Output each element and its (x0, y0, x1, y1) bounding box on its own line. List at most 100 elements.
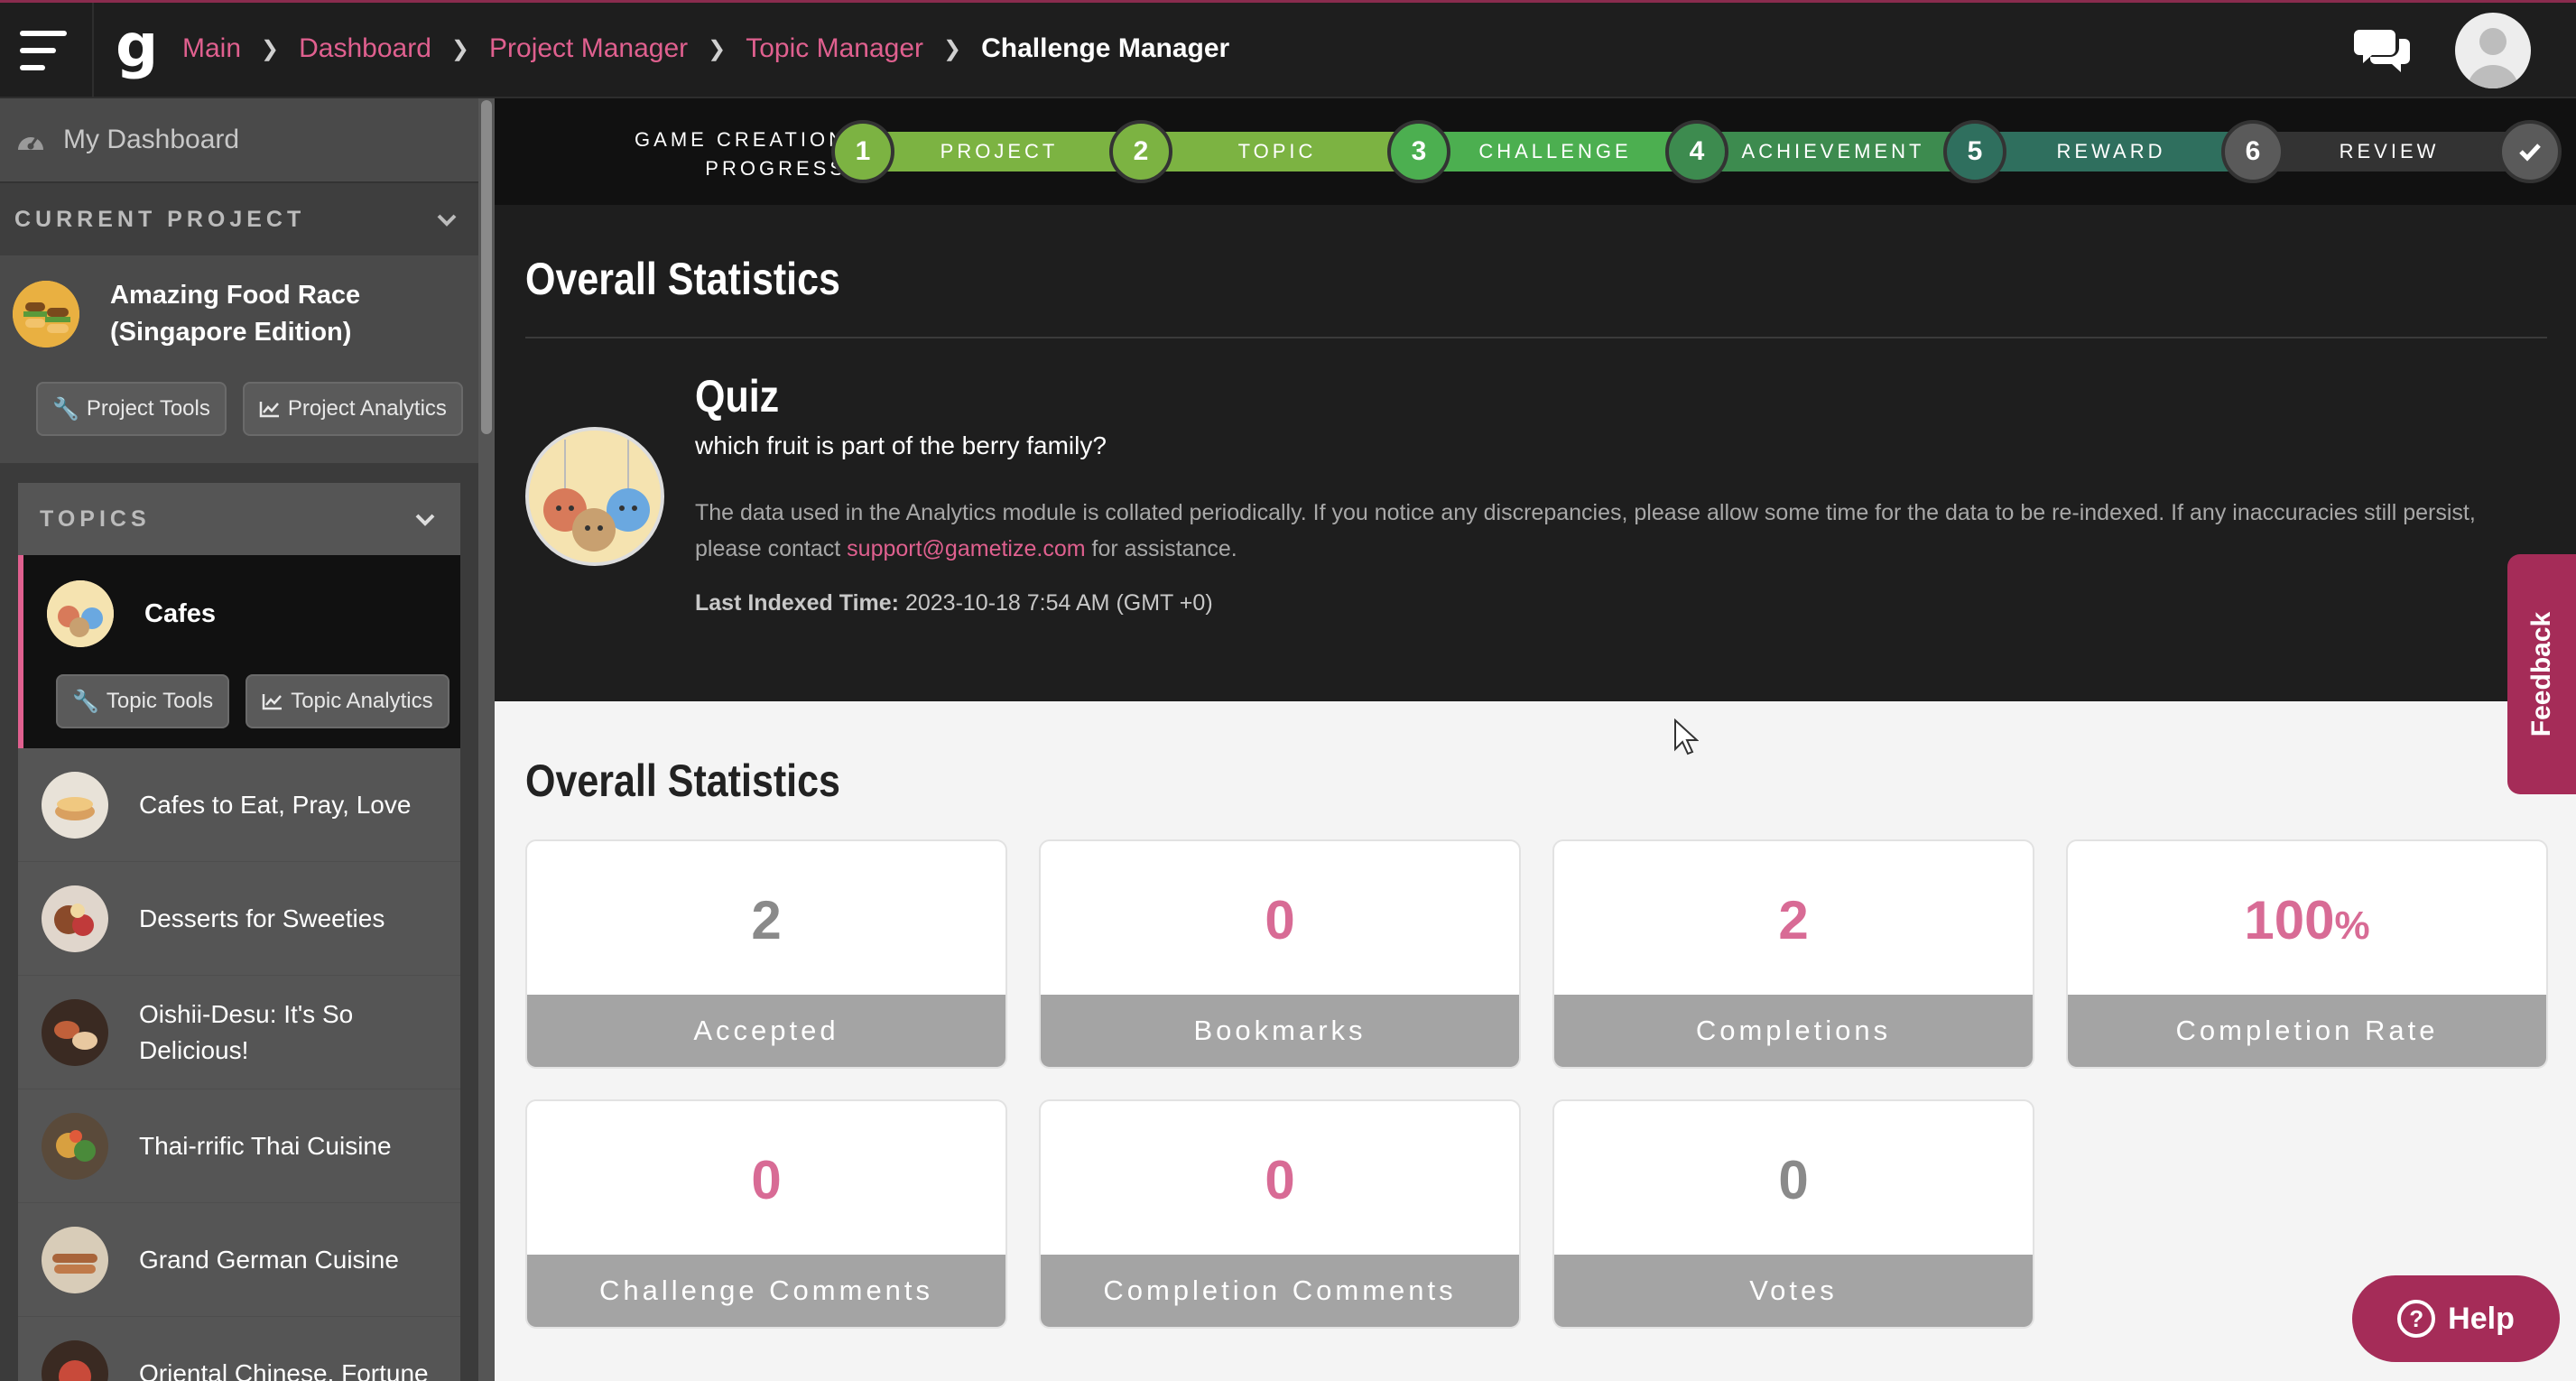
stat-label: Accepted (527, 995, 1005, 1067)
breadcrumb: Main ❯ Dashboard ❯ Project Manager ❯ Top… (182, 33, 1229, 64)
stat-label: Completion Comments (1041, 1255, 1519, 1327)
step-number-6[interactable]: 6 (2221, 120, 2284, 183)
last-indexed-label: Last Indexed Time: (695, 590, 899, 616)
chevron-right-icon: ❯ (450, 36, 470, 61)
breadcrumb-main[interactable]: Main (182, 33, 241, 64)
stat-card-completion-comments: 0 Completion Comments (1039, 1099, 1521, 1329)
chevron-right-icon: ❯ (943, 36, 962, 61)
project-tools-label: Project Tools (86, 396, 210, 421)
step-label-review[interactable]: REVIEW (2285, 132, 2493, 171)
sidebar-scrollbar[interactable] (478, 98, 495, 1381)
topic-name: Thai-rrific Thai Cuisine (139, 1131, 392, 1160)
challenge-question: which fruit is part of the berry family? (695, 431, 1107, 459)
line-chart-icon (262, 694, 283, 710)
last-indexed-value: 2023-10-18 7:54 AM (GMT +0) (904, 590, 1213, 616)
challenge-image (525, 427, 664, 566)
chevron-down-icon (437, 214, 457, 227)
my-dashboard-link[interactable]: My Dashboard (0, 98, 478, 183)
topic-name: Oriental Chinese, Fortune (139, 1358, 429, 1381)
stat-label: Completion Rate (2068, 995, 2546, 1067)
stat-value-wrap: 100% (2068, 841, 2546, 998)
step-label-challenge[interactable]: CHALLENGE (1451, 132, 1659, 171)
chevron-right-icon: ❯ (261, 36, 280, 61)
scrollbar-thumb[interactable] (481, 100, 492, 434)
topics-panel: TOPICS Cafes 🔧 Topic Tools Topic Analyti… (18, 483, 460, 1381)
support-email-link[interactable]: support@gametize.com (847, 536, 1085, 561)
stat-card-completions: 2 Completions (1552, 839, 2034, 1069)
topic-analytics-label: Topic Analytics (291, 689, 433, 713)
topic-name: Oishii-Desu: It's So Delicious! (139, 999, 354, 1064)
step-label-project[interactable]: PROJECT (895, 132, 1103, 171)
step-number-2[interactable]: 2 (1109, 120, 1172, 183)
header-divider (92, 3, 94, 98)
breadcrumb-dashboard[interactable]: Dashboard (299, 33, 431, 64)
step-label-topic[interactable]: TOPIC (1173, 132, 1381, 171)
breadcrumb-current-page: Challenge Manager (981, 33, 1230, 63)
breadcrumb-project-manager[interactable]: Project Manager (489, 33, 688, 64)
progress-title: GAME CREATION PROGRESS (585, 125, 847, 183)
topic-thumbnail (42, 1112, 108, 1180)
step-label-achievement[interactable]: ACHIEVEMENT (1729, 132, 1937, 171)
stat-label: Challenge Comments (527, 1255, 1005, 1327)
topic-list-item[interactable]: Grand German Cuisine (18, 1203, 460, 1317)
help-question-icon: ? (2397, 1300, 2436, 1338)
step-number-3[interactable]: 3 (1387, 120, 1450, 183)
stat-value: 0 (1778, 1149, 1809, 1210)
topic-thumbnail (47, 580, 114, 647)
topic-list-item[interactable]: Oriental Chinese, Fortune (18, 1317, 460, 1381)
current-project-header[interactable]: CURRENT PROJECT (0, 183, 478, 255)
breadcrumb-topic-manager[interactable]: Topic Manager (746, 33, 923, 64)
step-number-1[interactable]: 1 (831, 120, 894, 183)
topics-header[interactable]: TOPICS (18, 483, 460, 555)
stat-label: Votes (1554, 1255, 2033, 1327)
step-number-4[interactable]: 4 (1665, 120, 1728, 183)
project-tools-button[interactable]: 🔧 Project Tools (36, 382, 227, 436)
chevron-down-icon (415, 514, 435, 526)
last-indexed-time: Last Indexed Time: 2023-10-18 7:54 AM (G… (695, 590, 1213, 616)
line-chart-icon (259, 402, 279, 418)
stat-card-votes: 0 Votes (1552, 1099, 2034, 1329)
step-label-reward[interactable]: REWARD (2007, 132, 2215, 171)
stats-section-title: Overall Statistics (525, 755, 840, 806)
overview-section-title: Overall Statistics (525, 254, 840, 304)
topic-list-item[interactable]: Thai-rrific Thai Cuisine (18, 1089, 460, 1203)
topic-thumbnail (42, 998, 108, 1066)
dashboard-gauge-icon (18, 136, 43, 150)
gametize-logo[interactable]: g (116, 14, 158, 79)
topic-thumbnail (42, 1226, 108, 1293)
stat-card-challenge-comments: 0 Challenge Comments (525, 1099, 1007, 1329)
project-analytics-label: Project Analytics (287, 396, 447, 421)
analytics-note: The data used in the Analytics module is… (695, 495, 2500, 567)
chat-icon[interactable] (2354, 24, 2412, 77)
help-label: Help (2448, 1301, 2515, 1336)
hamburger-menu-icon[interactable] (0, 3, 90, 98)
current-project-block: Amazing Food Race (Singapore Edition) 🔧 … (0, 255, 478, 463)
feedback-tab[interactable]: Feedback (2507, 554, 2576, 794)
topic-analytics-button[interactable]: Topic Analytics (246, 674, 449, 728)
wrench-icon: 🔧 (72, 689, 99, 714)
user-avatar[interactable] (2455, 13, 2531, 88)
topic-list-item[interactable]: Desserts for Sweeties (18, 862, 460, 976)
stat-card-accepted: 2 Accepted (525, 839, 1007, 1069)
topic-list-item[interactable]: Cafes to Eat, Pray, Love (18, 748, 460, 862)
step-number-5[interactable]: 5 (1943, 120, 2006, 183)
topic-name: Cafes to Eat, Pray, Love (139, 790, 412, 819)
stat-label: Completions (1554, 995, 2033, 1067)
topic-tools-label: Topic Tools (106, 689, 214, 713)
stat-value: 0 (751, 1149, 782, 1210)
project-name[interactable]: Amazing Food Race (Singapore Edition) (110, 277, 381, 351)
wrench-icon: 🔧 (52, 396, 79, 422)
analytics-note-suffix: for assistance. (1085, 536, 1237, 561)
active-topic: Cafes 🔧 Topic Tools Topic Analytics (18, 555, 460, 748)
stat-value: 0 (1265, 889, 1295, 950)
project-analytics-button[interactable]: Project Analytics (242, 382, 463, 436)
active-topic-name[interactable]: Cafes (144, 599, 216, 629)
step-complete-check-icon[interactable] (2498, 120, 2562, 183)
progress-title-line1: GAME CREATION (635, 128, 847, 151)
section-divider (525, 337, 2547, 338)
chevron-right-icon: ❯ (708, 36, 727, 61)
help-button[interactable]: ? Help (2352, 1275, 2560, 1362)
stat-value: 0 (1265, 1149, 1295, 1210)
topic-list-item[interactable]: Oishii-Desu: It's So Delicious! (18, 976, 460, 1089)
topic-tools-button[interactable]: 🔧 Topic Tools (56, 674, 230, 728)
